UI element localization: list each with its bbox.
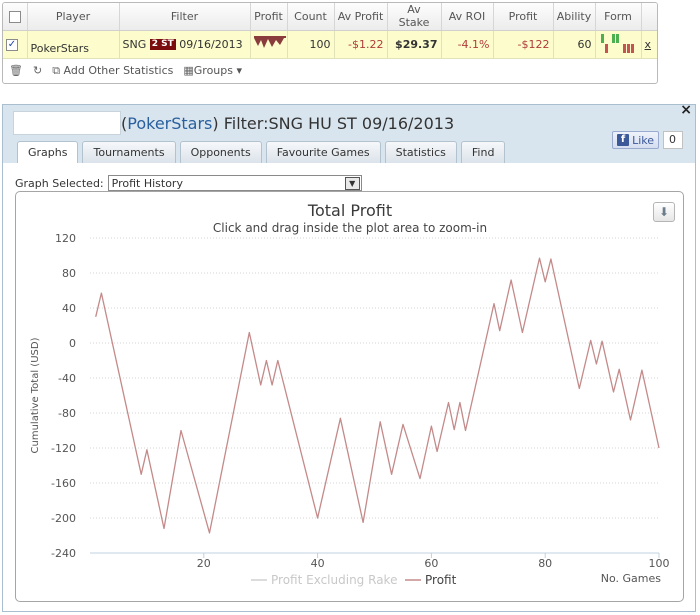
- refresh-icon[interactable]: ↻: [33, 64, 42, 77]
- window-header: (PokerStars) Filter:SNG HU ST 09/16/2013…: [3, 102, 695, 164]
- column-header-profit[interactable]: Profit: [493, 3, 554, 31]
- like-count: 0: [663, 131, 683, 149]
- row-remove-button[interactable]: x: [641, 30, 657, 59]
- profit-sparkline: [253, 35, 286, 48]
- facebook-icon: f: [617, 134, 630, 146]
- column-header-ability[interactable]: Ability: [553, 3, 596, 31]
- tab-tournaments[interactable]: Tournaments: [82, 141, 176, 163]
- column-header-extra: [641, 3, 657, 31]
- tab-graphs[interactable]: Graphs: [17, 141, 79, 164]
- graph-window: (PokerStars) Filter:SNG HU ST 09/16/2013…: [2, 102, 696, 612]
- profit-chart[interactable]: Total ProfitClick and drag inside the pl…: [16, 192, 685, 603]
- y-tick-label: 120: [55, 232, 76, 245]
- row-player: PokerStars: [27, 30, 120, 59]
- tab-opponents[interactable]: Opponents: [179, 141, 262, 163]
- column-header-filter[interactable]: Filter: [119, 3, 251, 31]
- filter-badge: 2 ST: [149, 39, 176, 50]
- row-av-stake: $29.37: [387, 30, 442, 59]
- y-tick-label: -160: [51, 477, 76, 490]
- facebook-like-button[interactable]: f Like: [612, 131, 659, 149]
- y-tick-label: 80: [62, 267, 76, 280]
- copy-icon: ⧉: [52, 63, 61, 77]
- row-form: [595, 30, 642, 59]
- download-icon[interactable]: ⬇: [653, 202, 675, 222]
- column-header-av-stake[interactable]: Av Stake: [387, 3, 442, 31]
- add-stats-button[interactable]: ⧉ Add Other Statistics: [52, 64, 173, 78]
- legend-item-profit-excluding-rake: Profit Excluding Rake: [271, 573, 397, 587]
- row-filter: SNG 2 ST 09/16/2013: [119, 30, 251, 59]
- stats-panel: Player Filter Profit Count Av Profit Av …: [2, 2, 658, 84]
- column-header-profit-graph[interactable]: Profit: [250, 3, 288, 31]
- y-tick-label: 0: [69, 337, 76, 350]
- player-name-box: [13, 111, 121, 135]
- x-tick-label: 80: [538, 557, 552, 570]
- chevron-down-icon: ▾: [236, 64, 243, 77]
- row-ability: 60: [553, 30, 596, 59]
- groups-icon: ▦: [183, 64, 194, 77]
- x-tick-label: 100: [649, 557, 670, 570]
- y-axis-label: Cumulative Total (USD): [30, 337, 41, 453]
- series-line-profit: [95, 257, 660, 534]
- column-header-count[interactable]: Count: [287, 3, 335, 31]
- table-row[interactable]: ✓ PokerStars SNG 2 ST 09/16/2013 100 -$1…: [3, 30, 657, 59]
- form-bars: [600, 33, 634, 53]
- row-av-profit: -$1.22: [334, 30, 388, 59]
- tab-bar: Graphs Tournaments Opponents Favourite G…: [17, 141, 506, 164]
- row-profit: -$122: [493, 30, 554, 59]
- chart-frame[interactable]: Total Profit Click and drag inside the pl…: [15, 191, 684, 602]
- chart-title: Total Profit: [307, 201, 392, 220]
- y-tick-label: -40: [58, 372, 76, 385]
- x-tick-label: 20: [197, 557, 211, 570]
- column-header-form[interactable]: Form: [595, 3, 642, 31]
- window-body: Graph Selected: Profit History ▼ Total P…: [3, 163, 695, 611]
- y-tick-label: -120: [51, 442, 76, 455]
- stats-toolbar: 🗑 ↻ ⧉ Add Other Statistics ▦Groups ▾: [3, 59, 657, 83]
- row-av-roi: -4.1%: [441, 30, 494, 59]
- stats-table: Player Filter Profit Count Av Profit Av …: [3, 3, 657, 59]
- x-tick-label: 40: [311, 557, 325, 570]
- x-tick-label: 60: [424, 557, 438, 570]
- legend-item-profit: Profit: [425, 573, 457, 587]
- select-all-checkbox[interactable]: [3, 3, 28, 31]
- chevron-down-icon: ▼: [344, 176, 360, 190]
- y-tick-label: -200: [51, 512, 76, 525]
- graph-select-dropdown[interactable]: Profit History ▼: [107, 175, 362, 191]
- column-header-av-profit[interactable]: Av Profit: [334, 3, 388, 31]
- graph-selected-label: Graph Selected:: [15, 176, 104, 190]
- tab-favourite-games[interactable]: Favourite Games: [265, 141, 381, 163]
- tab-find[interactable]: Find: [460, 141, 506, 163]
- groups-dropdown[interactable]: ▦Groups ▾: [183, 64, 242, 77]
- x-axis-label: No. Games: [601, 572, 662, 585]
- chart-subtitle: Click and drag inside the plot area to z…: [213, 221, 487, 235]
- y-tick-label: -80: [58, 407, 76, 420]
- column-header-av-roi[interactable]: Av ROI: [441, 3, 494, 31]
- site-link[interactable]: PokerStars: [127, 114, 212, 133]
- tab-statistics[interactable]: Statistics: [384, 141, 457, 163]
- facebook-like: f Like 0: [612, 131, 683, 149]
- window-title: (PokerStars) Filter:SNG HU ST 09/16/2013: [121, 114, 455, 133]
- row-count: 100: [287, 30, 335, 59]
- row-profit-sparkline: [250, 30, 288, 59]
- stats-header-row: Player Filter Profit Count Av Profit Av …: [3, 3, 657, 31]
- y-tick-label: -240: [51, 547, 76, 560]
- y-tick-label: 40: [62, 302, 76, 315]
- graph-select-row: Graph Selected: Profit History ▼: [15, 175, 362, 191]
- trash-icon[interactable]: 🗑: [9, 64, 23, 77]
- column-header-player[interactable]: Player: [27, 3, 120, 31]
- row-checkbox[interactable]: ✓: [3, 30, 28, 59]
- close-icon[interactable]: ×: [680, 102, 692, 118]
